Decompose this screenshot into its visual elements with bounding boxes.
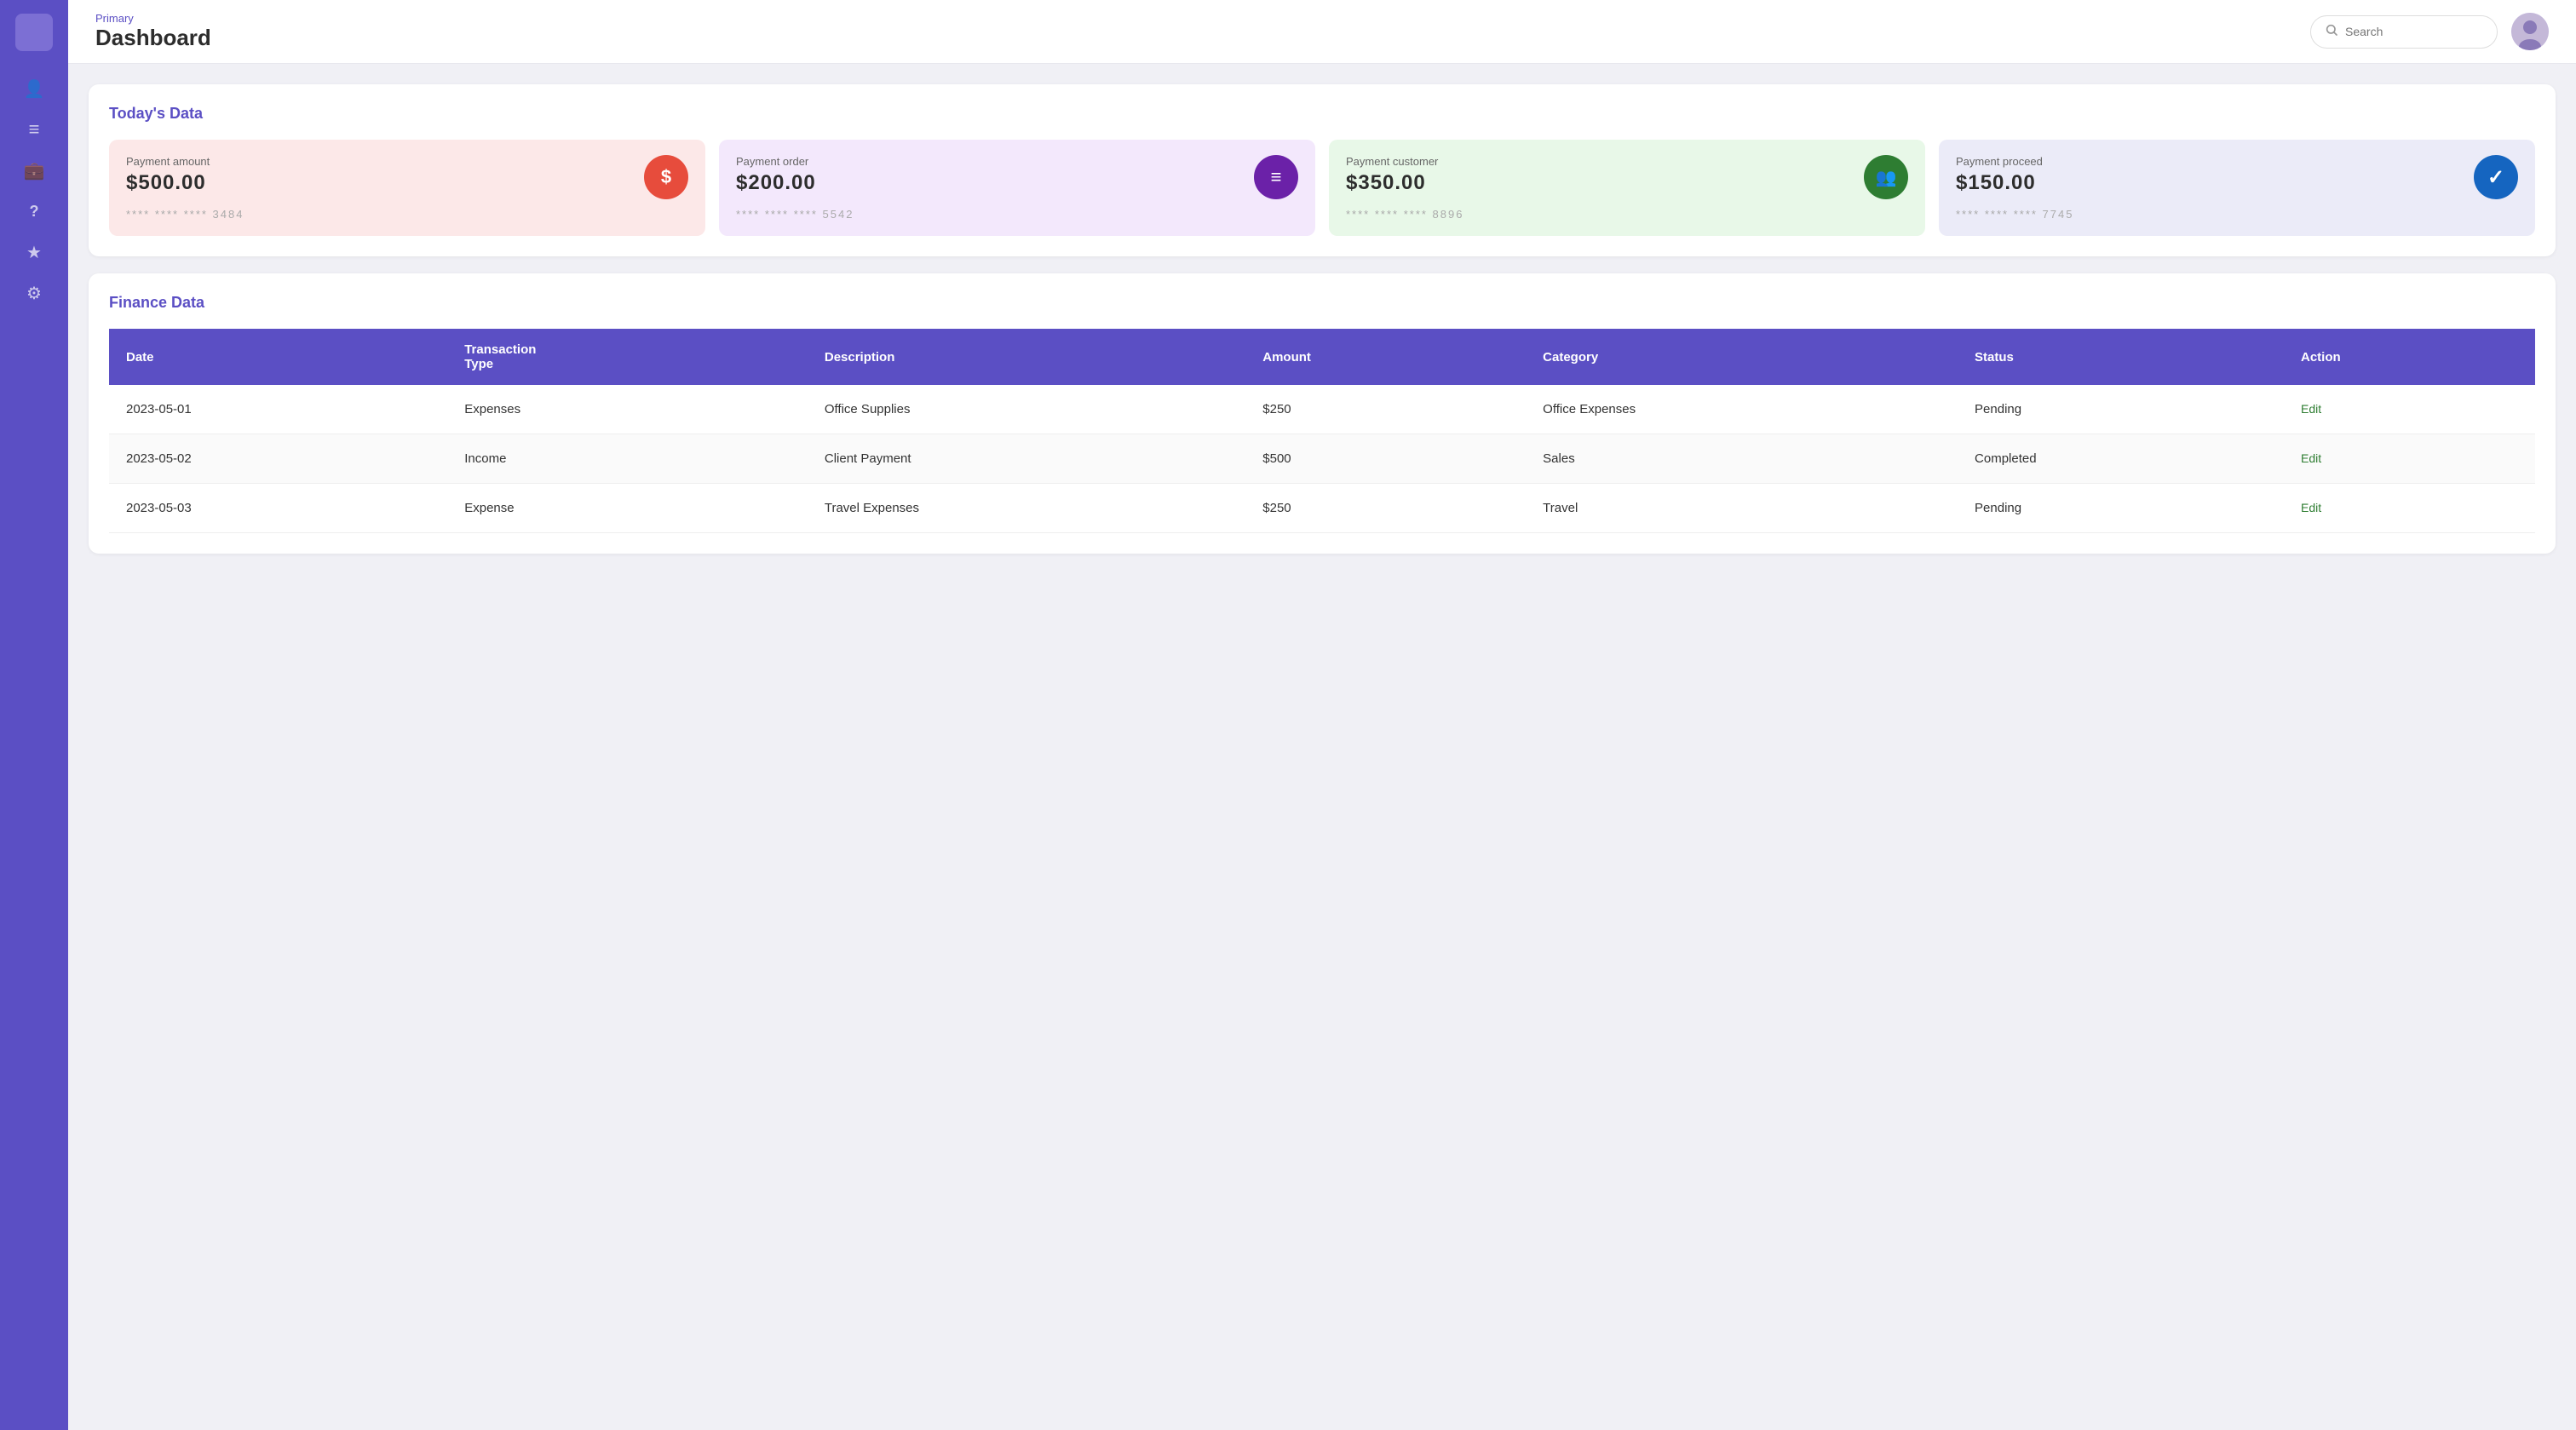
cell-category: Office Expenses: [1526, 385, 1958, 434]
edit-button[interactable]: Edit: [2301, 451, 2321, 465]
sidebar: 👤 ≡ 💼 ? ★ ⚙: [0, 0, 68, 1430]
card-number: **** **** **** 5542: [736, 208, 1298, 221]
card-amount: $200.00: [736, 171, 816, 195]
search-icon: [2325, 23, 2338, 41]
card-label: Payment order: [736, 155, 816, 168]
table-row: 2023-05-01 Expenses Office Supplies $250…: [109, 385, 2535, 434]
card-icon: ✓: [2474, 155, 2518, 199]
user-icon: 👤: [24, 78, 45, 100]
payment-cards-grid: Payment amount $500.00 $ **** **** **** …: [109, 140, 2535, 236]
card-icon: $: [644, 155, 688, 199]
search-input[interactable]: [2345, 25, 2483, 38]
order-icon: ≡: [1271, 166, 1282, 188]
sidebar-item-list[interactable]: ≡: [17, 112, 51, 146]
sidebar-logo: [15, 14, 53, 51]
col-description: Description: [808, 329, 1245, 385]
card-amount: $350.00: [1346, 171, 1438, 195]
page-title: Dashboard: [95, 25, 211, 51]
card-info: Payment amount $500.00: [126, 155, 210, 195]
briefcase-icon: 💼: [24, 160, 45, 181]
card-number: **** **** **** 8896: [1346, 208, 1908, 221]
col-action: Action: [2284, 329, 2535, 385]
card-amount: $150.00: [1956, 171, 2043, 195]
card-top: Payment order $200.00 ≡: [736, 155, 1298, 199]
cell-description: Travel Expenses: [808, 484, 1245, 533]
card-icon: 👥: [1864, 155, 1908, 199]
card-info: Payment proceed $150.00: [1956, 155, 2043, 195]
dollar-icon: $: [661, 166, 671, 188]
header-right: [2310, 13, 2549, 50]
payment-customer-card: Payment customer $350.00 👥 **** **** ***…: [1329, 140, 1925, 236]
card-top: Payment customer $350.00 👥: [1346, 155, 1908, 199]
payment-proceed-card: Payment proceed $150.00 ✓ **** **** ****…: [1939, 140, 2535, 236]
table-row: 2023-05-03 Expense Travel Expenses $250 …: [109, 484, 2535, 533]
finance-table: Date TransactionType Description Amount …: [109, 329, 2535, 533]
cell-transaction-type: Expenses: [447, 385, 808, 434]
card-label: Payment customer: [1346, 155, 1438, 168]
settings-icon: ⚙: [26, 283, 42, 304]
title-area: Primary Dashboard: [95, 12, 211, 51]
payment-amount-card: Payment amount $500.00 $ **** **** **** …: [109, 140, 705, 236]
cell-transaction-type: Expense: [447, 484, 808, 533]
card-amount: $500.00: [126, 171, 210, 195]
search-box[interactable]: [2310, 15, 2498, 49]
sidebar-item-settings[interactable]: ⚙: [17, 276, 51, 310]
main-area: Primary Dashboard: [68, 0, 2576, 1430]
sidebar-item-user[interactable]: 👤: [17, 72, 51, 106]
cell-date: 2023-05-03: [109, 484, 447, 533]
cell-category: Travel: [1526, 484, 1958, 533]
card-label: Payment amount: [126, 155, 210, 168]
todays-data-title: Today's Data: [109, 105, 2535, 123]
cell-amount: $250: [1245, 484, 1526, 533]
card-info: Payment order $200.00: [736, 155, 816, 195]
cell-category: Sales: [1526, 434, 1958, 484]
finance-data-title: Finance Data: [109, 294, 2535, 312]
cell-amount: $250: [1245, 385, 1526, 434]
cell-date: 2023-05-02: [109, 434, 447, 484]
sidebar-item-star[interactable]: ★: [17, 235, 51, 269]
col-date: Date: [109, 329, 447, 385]
cell-action[interactable]: Edit: [2284, 385, 2535, 434]
edit-button[interactable]: Edit: [2301, 402, 2321, 416]
list-icon: ≡: [29, 118, 40, 141]
cell-amount: $500: [1245, 434, 1526, 484]
card-label: Payment proceed: [1956, 155, 2043, 168]
table-row: 2023-05-02 Income Client Payment $500 Sa…: [109, 434, 2535, 484]
edit-button[interactable]: Edit: [2301, 501, 2321, 514]
cell-status: Pending: [1958, 484, 2284, 533]
cell-action[interactable]: Edit: [2284, 484, 2535, 533]
col-category: Category: [1526, 329, 1958, 385]
col-amount: Amount: [1245, 329, 1526, 385]
sidebar-item-help[interactable]: ?: [17, 194, 51, 228]
help-icon: ?: [30, 203, 39, 221]
card-icon: ≡: [1254, 155, 1298, 199]
content-area: Today's Data Payment amount $500.00 $ **…: [68, 64, 2576, 1430]
avatar: [2511, 13, 2549, 50]
star-icon: ★: [26, 242, 42, 263]
cell-description: Office Supplies: [808, 385, 1245, 434]
sidebar-item-briefcase[interactable]: 💼: [17, 153, 51, 187]
payment-order-card: Payment order $200.00 ≡ **** **** **** 5…: [719, 140, 1315, 236]
col-transaction-type: TransactionType: [447, 329, 808, 385]
card-number: **** **** **** 3484: [126, 208, 688, 221]
cell-transaction-type: Income: [447, 434, 808, 484]
todays-data-section: Today's Data Payment amount $500.00 $ **…: [89, 84, 2556, 256]
card-top: Payment proceed $150.00 ✓: [1956, 155, 2518, 199]
header-primary-label: Primary: [95, 12, 211, 25]
cell-status: Completed: [1958, 434, 2284, 484]
card-info: Payment customer $350.00: [1346, 155, 1438, 195]
table-header-row: Date TransactionType Description Amount …: [109, 329, 2535, 385]
avatar-image: [2511, 13, 2549, 50]
col-status: Status: [1958, 329, 2284, 385]
header: Primary Dashboard: [68, 0, 2576, 64]
customers-icon: 👥: [1876, 167, 1897, 188]
card-top: Payment amount $500.00 $: [126, 155, 688, 199]
card-number: **** **** **** 7745: [1956, 208, 2518, 221]
cell-date: 2023-05-01: [109, 385, 447, 434]
finance-data-section: Finance Data Date TransactionType Descri…: [89, 273, 2556, 554]
cell-action[interactable]: Edit: [2284, 434, 2535, 484]
cell-description: Client Payment: [808, 434, 1245, 484]
cell-status: Pending: [1958, 385, 2284, 434]
checkmark-icon: ✓: [2487, 165, 2504, 190]
